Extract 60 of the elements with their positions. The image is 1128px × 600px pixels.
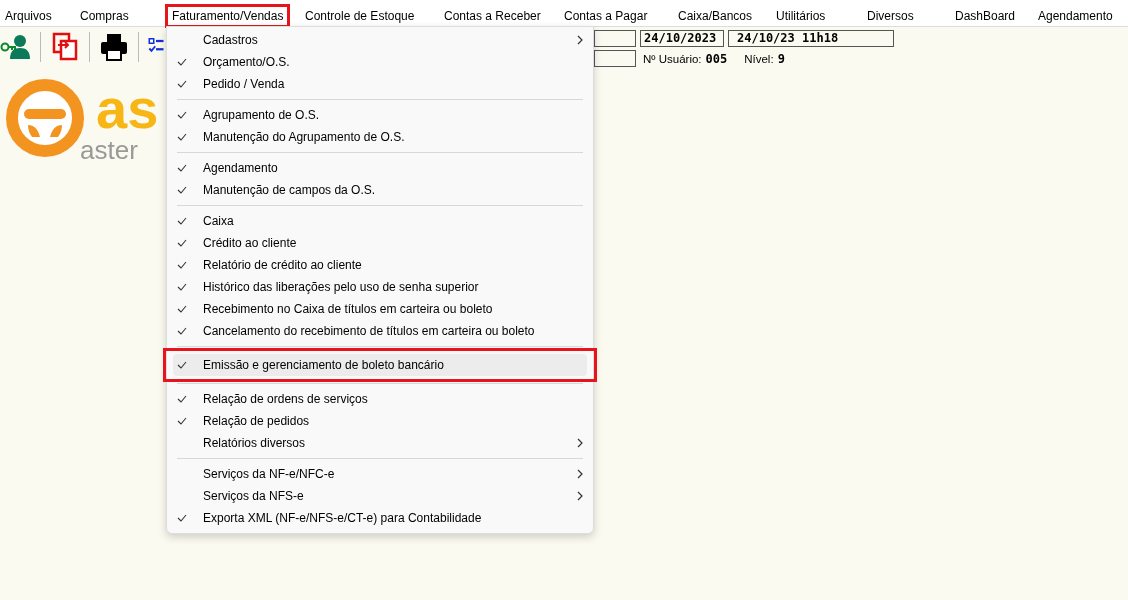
menu-item[interactable]: Relatórios diversos — [173, 432, 587, 454]
check-icon — [177, 283, 187, 291]
check-icon — [177, 361, 187, 369]
menu-item[interactable]: Pedido / Venda — [173, 73, 587, 95]
menu-bar-item[interactable]: Contas a Pagar — [559, 6, 653, 26]
check-icon — [177, 111, 187, 119]
menu-item[interactable]: Recebimento no Caixa de títulos em carteira ou boleto — [173, 298, 587, 320]
user-number: 005 — [705, 51, 728, 66]
level-label: Nível: — [744, 52, 774, 65]
menu-bar-item[interactable]: Utilitários — [771, 6, 831, 26]
menu-item[interactable]: Crédito ao cliente — [173, 232, 587, 254]
chevron-right-icon — [577, 35, 583, 45]
menu-bar-item[interactable]: Diversos — [862, 6, 919, 26]
text-field[interactable] — [594, 50, 636, 67]
check-icon — [177, 217, 187, 225]
menu-item[interactable]: Relação de ordens de serviços — [173, 388, 587, 410]
menu-item[interactable]: Caixa — [173, 210, 587, 232]
menu-bar-item[interactable]: Compras — [75, 6, 134, 26]
printer-icon[interactable] — [98, 31, 130, 63]
check-icon — [177, 514, 187, 522]
menu-item[interactable]: Manutenção do Agrupamento de O.S. — [173, 126, 587, 148]
menu-item[interactable]: Serviços da NF-e/NFC-e — [173, 463, 587, 485]
menu-item[interactable]: Cadastros — [173, 29, 587, 51]
check-icon — [177, 305, 187, 313]
check-icon — [177, 164, 187, 172]
menu-item[interactable]: Emissão e gerenciamento de boleto bancário — [173, 354, 587, 376]
menu-item[interactable]: Agrupamento de O.S. — [173, 104, 587, 126]
menu-item[interactable]: Manutenção de campos da O.S. — [173, 179, 587, 201]
datetime-field[interactable]: 24/10/23 11h18 — [728, 30, 894, 47]
chevron-right-icon — [577, 469, 583, 479]
text-field[interactable] — [594, 30, 636, 47]
date-field[interactable]: 24/10/2023 — [640, 30, 724, 47]
menu-bar-item[interactable]: Caixa/Bancos — [673, 6, 758, 26]
menu-item[interactable]: Relação de pedidos — [173, 410, 587, 432]
check-icon — [177, 58, 187, 66]
menu-bar-item[interactable]: Contas a Receber — [439, 6, 546, 26]
menu-bar-item[interactable]: Faturamento/Vendas — [167, 6, 289, 26]
menu-bar-item[interactable]: DashBoard — [950, 6, 1021, 26]
check-icon — [177, 395, 187, 403]
check-icon — [177, 186, 187, 194]
menu-item[interactable]: Orçamento/O.S. — [173, 51, 587, 73]
check-icon — [177, 80, 187, 88]
chevron-right-icon — [577, 438, 583, 448]
menu-bar-item[interactable]: Agendamento — [1033, 6, 1118, 26]
menu-item[interactable]: Histórico das liberações pelo uso de senha superior — [173, 276, 587, 298]
check-icon — [177, 327, 187, 335]
level-value: 9 — [777, 51, 785, 66]
check-icon — [177, 133, 187, 141]
menu-bar-item[interactable]: Arquivos — [0, 6, 57, 26]
chevron-right-icon — [577, 491, 583, 501]
check-icon — [177, 417, 187, 425]
menu-item[interactable]: Cancelamento do recebimento de títulos em carteira ou boleto — [173, 320, 587, 342]
menu-item[interactable]: Serviços da NFS-e — [173, 485, 587, 507]
user-label: Nº Usuário: — [643, 52, 702, 65]
check-icon — [177, 239, 187, 247]
check-icon — [177, 261, 187, 269]
menu-item[interactable]: Relatório de crédito ao cliente — [173, 254, 587, 276]
menu-bar-item[interactable]: Controle de Estoque — [300, 6, 420, 26]
menu-item[interactable]: Exporta XML (NF-e/NFS-e/CT-e) para Contabilidade — [173, 507, 587, 529]
menu-item[interactable]: Agendamento — [173, 157, 587, 179]
